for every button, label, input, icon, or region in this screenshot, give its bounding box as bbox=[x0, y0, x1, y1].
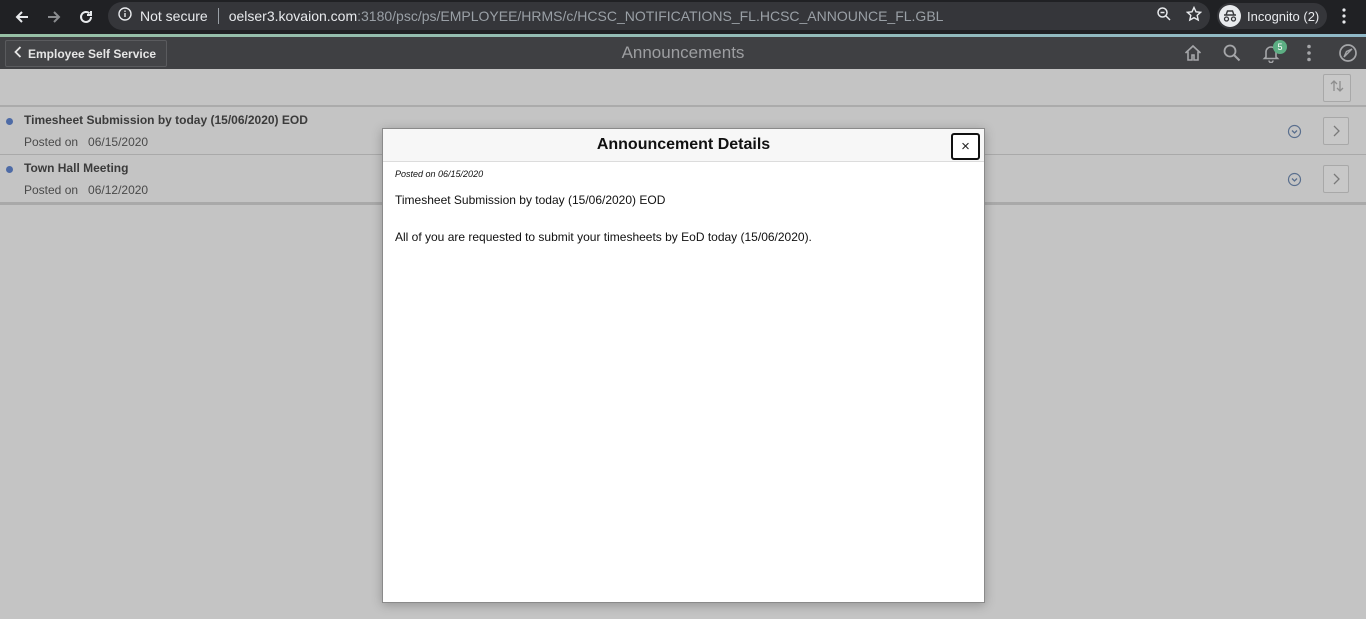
url-text[interactable]: oelser3.kovaion.com:3180/psc/ps/EMPLOYEE… bbox=[229, 8, 944, 24]
notification-count-badge: 5 bbox=[1273, 40, 1287, 54]
forward-arrow-icon[interactable] bbox=[38, 2, 70, 32]
announcement-meta: Posted on 06/15/2020 bbox=[24, 135, 148, 149]
app-header: Employee Self Service Announcements 5 bbox=[0, 37, 1366, 69]
reload-icon[interactable] bbox=[70, 2, 102, 32]
url-host: oelser3.kovaion.com bbox=[228, 8, 358, 24]
navbar-compass-icon[interactable] bbox=[1335, 41, 1361, 65]
address-separator bbox=[217, 8, 219, 24]
browser-toolbar: Not secure oelser3.kovaion.com:3180/psc/… bbox=[0, 0, 1366, 34]
announcement-subject: Timesheet Submission by today (15/06/202… bbox=[395, 193, 666, 207]
incognito-icon bbox=[1219, 5, 1241, 27]
posted-on-label: Posted on bbox=[24, 135, 79, 149]
dialog-header: Announcement Details × bbox=[383, 129, 984, 162]
unread-dot-icon bbox=[6, 166, 13, 173]
list-toolbar bbox=[0, 69, 1366, 107]
back-arrow-icon[interactable] bbox=[6, 2, 38, 32]
info-icon[interactable] bbox=[118, 6, 132, 26]
chevron-down-circle-icon[interactable] bbox=[1287, 124, 1302, 139]
sort-button[interactable] bbox=[1323, 74, 1351, 102]
address-bar[interactable]: Not secure oelser3.kovaion.com:3180/psc/… bbox=[108, 2, 1210, 30]
announcement-title: Timesheet Submission by today (15/06/202… bbox=[24, 113, 308, 127]
chevron-down-circle-icon[interactable] bbox=[1287, 172, 1302, 187]
announcement-title: Town Hall Meeting bbox=[24, 161, 129, 175]
incognito-label: Incognito (2) bbox=[1247, 8, 1320, 24]
search-icon[interactable] bbox=[1219, 41, 1245, 65]
dialog-title: Announcement Details bbox=[596, 136, 771, 153]
unread-dot-icon bbox=[6, 118, 13, 125]
announcement-details-dialog: Announcement Details × Posted on 06/15/2… bbox=[382, 128, 985, 603]
incognito-profile-button[interactable]: Incognito (2) bbox=[1217, 3, 1328, 29]
notifications-bell-icon[interactable]: 5 bbox=[1258, 40, 1287, 65]
bookmark-star-icon[interactable] bbox=[1185, 5, 1203, 27]
announcement-date: 06/15/2020 bbox=[88, 135, 149, 149]
home-icon[interactable] bbox=[1180, 41, 1206, 65]
posted-on-text: Posted on 06/15/2020 bbox=[395, 169, 484, 179]
announcement-meta: Posted on 06/12/2020 bbox=[24, 183, 148, 197]
announcement-body: All of you are requested to submit your … bbox=[395, 230, 812, 244]
url-path: :3180/psc/ps/EMPLOYEE/HRMS/c/HCSC_NOTIFI… bbox=[357, 8, 944, 24]
announcement-date: 06/12/2020 bbox=[88, 183, 149, 197]
browser-menu-icon[interactable] bbox=[1334, 4, 1354, 28]
security-label: Not secure bbox=[140, 8, 208, 24]
row-open-button[interactable] bbox=[1323, 117, 1349, 145]
row-open-button[interactable] bbox=[1323, 165, 1349, 193]
sort-arrows-icon bbox=[1329, 79, 1345, 98]
zoom-icon[interactable] bbox=[1156, 6, 1172, 27]
posted-on-label: Posted on bbox=[24, 183, 79, 197]
close-button[interactable]: × bbox=[951, 133, 980, 160]
page-title: Announcements bbox=[621, 43, 745, 62]
actions-menu-icon[interactable] bbox=[1296, 41, 1322, 65]
